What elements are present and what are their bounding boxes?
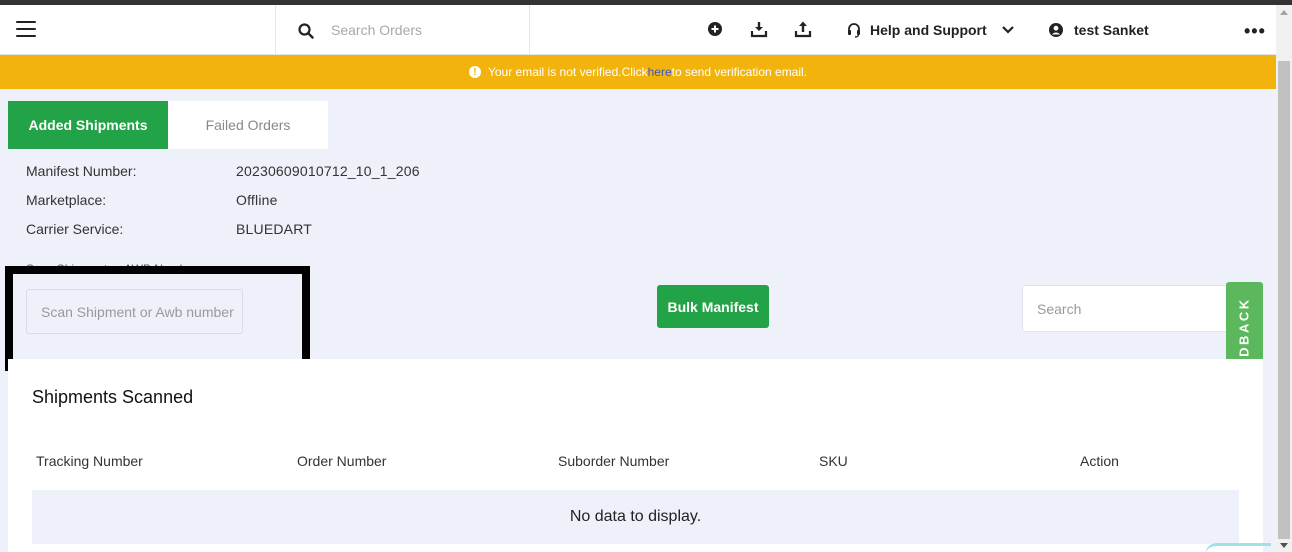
chevron-down-icon	[1001, 26, 1014, 34]
manifest-number-value: 20230609010712_10_1_206	[236, 163, 420, 179]
column-header-suborder-number[interactable]: Suborder Number	[558, 453, 669, 469]
column-header-tracking-number[interactable]: Tracking Number	[36, 453, 143, 469]
email-verification-banner: ! Your email is not verified.Click here …	[0, 55, 1276, 89]
add-circle-icon[interactable]	[706, 20, 724, 38]
notice-text-after: to send verification email.	[671, 65, 808, 79]
scan-field-label: Scan Shipment or AWB Number	[26, 262, 197, 270]
more-options-icon[interactable]: •••	[1244, 21, 1266, 42]
scrollbar-thumb[interactable]	[1278, 61, 1290, 539]
carrier-service-value: BLUEDART	[236, 221, 313, 237]
column-header-order-number[interactable]: Order Number	[297, 453, 386, 469]
empty-table-message: No data to display.	[32, 490, 1239, 544]
scroll-down-arrow-icon[interactable]	[1280, 543, 1288, 548]
shipments-scanned-panel: Shipments Scanned Tracking Number Order …	[8, 359, 1263, 552]
info-icon: !	[468, 66, 481, 78]
manifest-number-label: Manifest Number:	[26, 163, 137, 179]
tab-added-shipments[interactable]: Added Shipments	[8, 101, 168, 149]
panel-title: Shipments Scanned	[32, 387, 194, 407]
top-header: Help and Support test Sanket •••	[0, 5, 1276, 55]
order-search	[275, 5, 530, 55]
bulk-manifest-button[interactable]: Bulk Manifest	[657, 285, 769, 328]
scroll-up-arrow-icon[interactable]	[1280, 10, 1288, 15]
help-support-menu[interactable]: Help and Support	[846, 19, 1015, 41]
help-support-label: Help and Support	[870, 22, 987, 38]
shipment-tabs: Added Shipments Failed Orders	[8, 101, 328, 149]
menu-icon[interactable]	[16, 21, 36, 37]
scan-shipment-input[interactable]	[26, 289, 243, 334]
chat-widget-edge[interactable]	[1205, 543, 1271, 552]
search-icon	[298, 23, 314, 39]
marketplace-label: Marketplace:	[26, 192, 107, 208]
upload-icon[interactable]	[794, 20, 812, 38]
tab-failed-orders[interactable]: Failed Orders	[168, 101, 328, 149]
user-menu[interactable]: test Sanket	[1048, 19, 1149, 41]
user-icon	[1049, 23, 1063, 37]
page-scrollbar[interactable]	[1276, 5, 1292, 552]
user-name: test Sanket	[1074, 22, 1149, 38]
marketplace-value: Offline	[236, 192, 278, 208]
column-header-sku[interactable]: SKU	[819, 453, 848, 469]
search-orders-input[interactable]	[331, 19, 521, 41]
shipment-search-input[interactable]	[1022, 285, 1232, 332]
verification-link[interactable]: here	[648, 65, 672, 79]
headset-icon	[848, 23, 860, 38]
notice-text-before: Your email is not verified.Click	[487, 65, 648, 79]
carrier-service-label: Carrier Service:	[26, 221, 124, 237]
column-header-action[interactable]: Action	[1080, 453, 1119, 469]
download-icon[interactable]	[750, 20, 768, 38]
